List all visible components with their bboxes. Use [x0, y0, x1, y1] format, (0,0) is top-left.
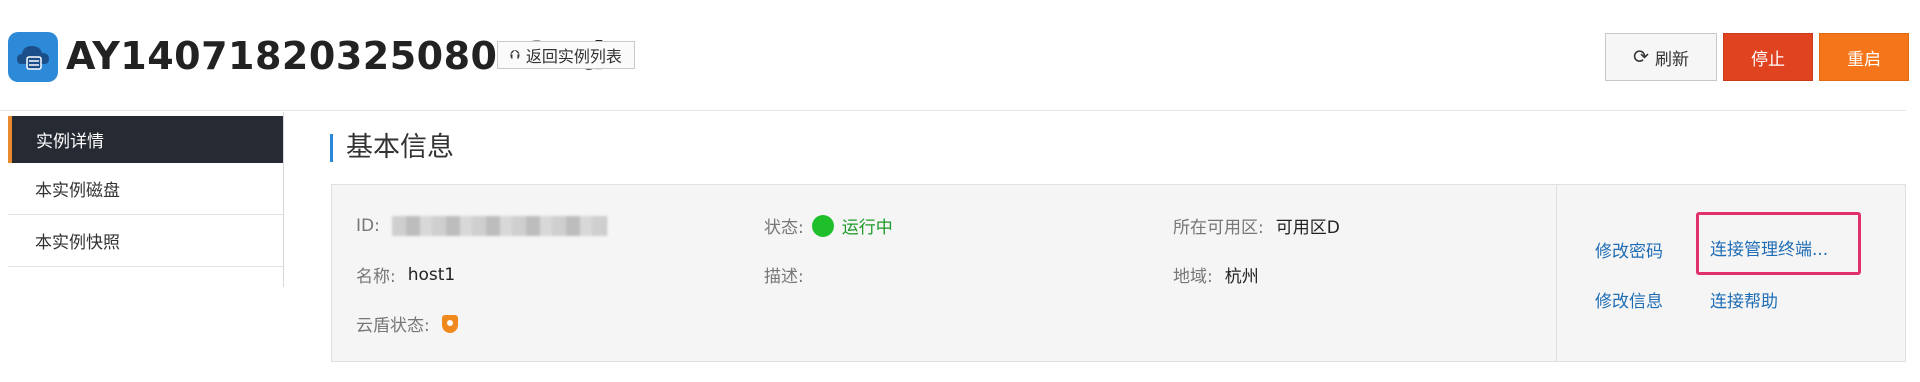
- description-field: 描述:: [764, 262, 804, 287]
- sidebar-item-snapshots[interactable]: 本实例快照: [8, 215, 283, 267]
- shield-status-label: 云盾状态:: [356, 316, 430, 336]
- sidebar-divider: [283, 112, 284, 287]
- stop-label: 停止: [1751, 49, 1785, 70]
- description-label: 描述:: [764, 267, 804, 287]
- header-divider: [0, 110, 1906, 111]
- stop-button[interactable]: 停止: [1723, 33, 1813, 81]
- running-status-icon: [811, 214, 834, 237]
- change-info-link[interactable]: 修改信息: [1595, 287, 1663, 312]
- refresh-icon: ⟳: [1633, 46, 1649, 68]
- zone-field: 所在可用区: 可用区D: [1173, 213, 1340, 238]
- status-value: 运行中: [841, 218, 893, 238]
- sidebar-item-disks[interactable]: 本实例磁盘: [8, 163, 283, 215]
- back-button-label: 返回实例列表: [525, 47, 622, 66]
- name-value: host1: [407, 264, 456, 285]
- sidebar-item-instance-details[interactable]: 实例详情: [8, 116, 283, 163]
- connect-terminal-highlight: [1696, 212, 1861, 275]
- restart-button[interactable]: 重启: [1819, 33, 1909, 81]
- sidebar-item-label: 实例详情: [36, 132, 104, 152]
- sidebar: 实例详情 本实例磁盘 本实例快照: [8, 116, 283, 267]
- shield-status-field: 云盾状态:: [356, 311, 458, 336]
- region-value: 杭州: [1224, 267, 1259, 287]
- masked-id-value: [391, 216, 607, 236]
- back-to-list-button[interactable]: ⮉ 返回实例列表: [497, 41, 635, 69]
- name-label: 名称:: [356, 267, 396, 287]
- id-label: ID:: [356, 216, 380, 236]
- upload-arrow-icon: ⮉: [510, 47, 520, 63]
- change-password-link[interactable]: 修改密码: [1595, 237, 1663, 262]
- region-label: 地域:: [1173, 267, 1213, 287]
- restart-label: 重启: [1847, 49, 1881, 70]
- section-title: 基本信息: [346, 132, 454, 163]
- section-accent-bar: [330, 134, 333, 162]
- sidebar-item-label: 本实例磁盘: [35, 181, 120, 201]
- shield-icon: [441, 314, 458, 333]
- refresh-button[interactable]: ⟳ 刷新: [1605, 33, 1717, 81]
- zone-value: 可用区D: [1275, 218, 1340, 238]
- status-label: 状态:: [764, 218, 804, 238]
- refresh-label: 刷新: [1654, 49, 1689, 70]
- sidebar-item-label: 本实例快照: [35, 233, 120, 253]
- status-field: 状态: 运行中: [764, 213, 893, 238]
- zone-label: 所在可用区:: [1173, 218, 1264, 238]
- region-field: 地域: 杭州: [1173, 262, 1259, 287]
- cloud-server-icon: [8, 32, 58, 82]
- id-field: ID:: [356, 216, 607, 236]
- name-field: 名称: host1: [356, 262, 456, 288]
- connect-help-link[interactable]: 连接帮助: [1710, 287, 1778, 312]
